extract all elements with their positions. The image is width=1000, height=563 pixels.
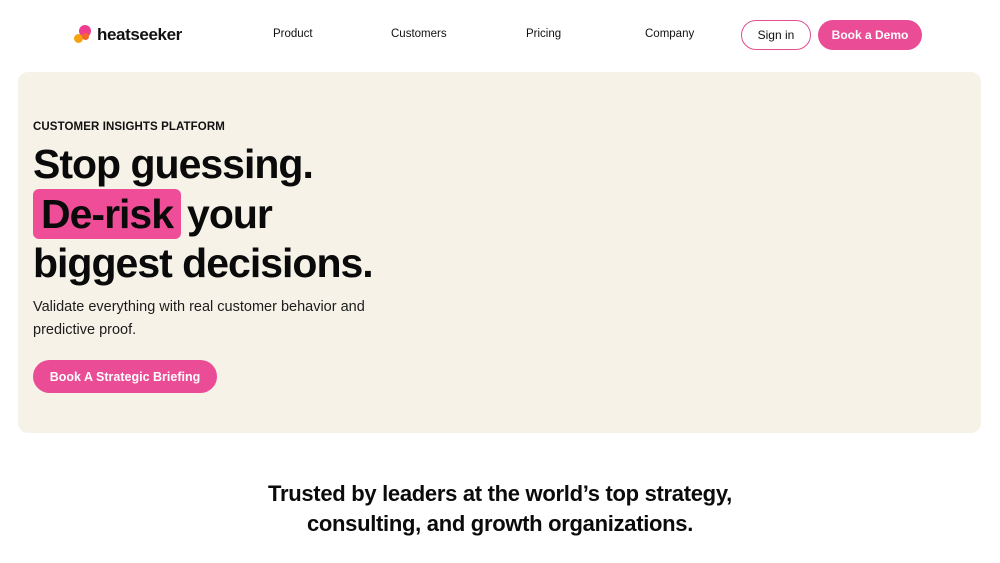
sign-in-button[interactable]: Sign in <box>741 20 811 50</box>
nav-item-customers[interactable]: Customers <box>391 28 447 40</box>
trusted-heading: Trusted by leaders at the world’s top st… <box>0 479 1000 539</box>
headline-line-1: Stop guessing. <box>33 141 314 187</box>
hero-section: CUSTOMER INSIGHTS PLATFORM Stop guessing… <box>18 72 981 433</box>
headline-line-3: biggest decisions. <box>33 240 374 286</box>
book-briefing-button[interactable]: Book A Strategic Briefing <box>33 360 217 393</box>
hero-subtext: Validate everything with real customer b… <box>33 299 365 338</box>
nav-item-product[interactable]: Product <box>273 28 313 40</box>
brand-logo[interactable]: heatseeker <box>73 24 182 46</box>
trusted-line-1: Trusted by leaders at the world’s top st… <box>268 481 732 506</box>
brand-name: heatseeker <box>97 25 182 44</box>
nav-item-company[interactable]: Company <box>645 28 694 40</box>
trusted-line-2: consulting, and growth organizations. <box>306 511 694 536</box>
hero-eyebrow: CUSTOMER INSIGHTS PLATFORM <box>33 121 225 133</box>
hero-headline: Stop guessing. De-risk your biggest decis… <box>33 140 374 288</box>
headline-line-2: De-risk your <box>33 189 373 239</box>
headline-highlight: De-risk <box>33 189 182 239</box>
site-header: heatseeker Product Customers Pricing Com… <box>0 0 1000 70</box>
headline-line-2-rest: your <box>187 191 273 237</box>
nav-item-pricing[interactable]: Pricing <box>526 28 561 40</box>
logo-mark-icon <box>73 24 93 46</box>
book-demo-button[interactable]: Book a Demo <box>818 20 922 50</box>
